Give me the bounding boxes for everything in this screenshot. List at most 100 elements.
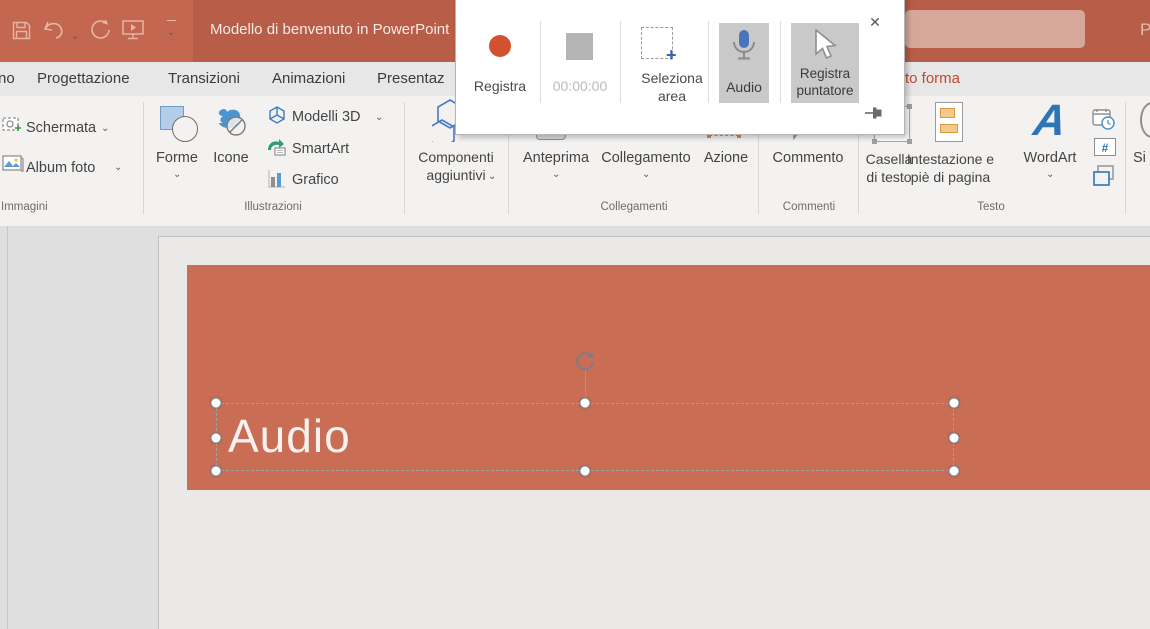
group-label-commenti: Commenti: [760, 201, 858, 213]
slide-number-icon[interactable]: #: [1094, 138, 1116, 156]
smartart-label: SmartArt: [292, 141, 349, 157]
undo-dropdown-icon[interactable]: ⌄: [71, 26, 79, 44]
pin-icon[interactable]: [864, 106, 884, 120]
toolbar-divider: [620, 21, 621, 103]
resize-handle-middle-left[interactable]: [211, 433, 222, 444]
tab-transizioni[interactable]: Transizioni: [168, 62, 240, 96]
document-title: Modello di benvenuto in PowerPoint: [210, 21, 449, 38]
modelli-3d-chevron-icon[interactable]: ⌄: [375, 113, 383, 123]
microphone-icon: [732, 29, 756, 65]
recording-timer: 00:00:00: [546, 77, 614, 95]
modelli-3d-label: Modelli 3D: [292, 109, 361, 125]
editor-area: Audio: [0, 226, 1150, 629]
schermata-chevron-icon[interactable]: ⌄: [101, 124, 109, 134]
album-foto-button[interactable]: Album foto: [26, 159, 95, 177]
tab-presentazione-partial[interactable]: Presentaz: [377, 62, 445, 96]
toolbar-divider: [708, 21, 709, 103]
anteprima-chevron-icon: ⌄: [552, 170, 560, 180]
forme-button[interactable]: Forme ⌄: [152, 98, 202, 202]
resize-handle-bottom-left[interactable]: [211, 466, 222, 477]
modelli-3d-button[interactable]: Modelli 3D: [292, 108, 361, 126]
stop-button[interactable]: 00:00:00: [546, 23, 614, 103]
group-label-collegamenti: Collegamenti: [510, 201, 758, 213]
resize-handle-top-left[interactable]: [211, 398, 222, 409]
simbolo-label-partial[interactable]: Si: [1133, 150, 1146, 166]
photo-album-icon: [2, 154, 24, 174]
album-foto-chevron-icon[interactable]: ⌄: [114, 163, 122, 173]
intestazione-label: Intestazione e piè di pagina: [902, 150, 999, 186]
powerpoint-window: ⌄ ⌄ Modello di benvenuto in PowerPoint P…: [0, 0, 1150, 629]
header-footer-icon: [935, 102, 963, 142]
schermata-label: Schermata: [26, 120, 96, 136]
3d-model-icon: [268, 106, 286, 124]
slide-title-text[interactable]: Audio: [228, 403, 351, 471]
resize-handle-bottom-right[interactable]: [949, 466, 960, 477]
group-divider: [1125, 102, 1126, 214]
audio-label: Audio: [719, 78, 769, 96]
grafico-button[interactable]: Grafico: [292, 171, 339, 189]
insert-object-icon[interactable]: [1092, 164, 1116, 188]
equation-icon-partial[interactable]: [1140, 102, 1150, 138]
save-icon[interactable]: [9, 17, 33, 43]
anteprima-label: Anteprima: [515, 150, 597, 166]
thumbnail-panel-divider[interactable]: [7, 226, 8, 629]
forme-chevron-icon: ⌄: [173, 170, 181, 180]
componenti-aggiuntivi-label: Componenti aggiuntivi: [412, 148, 500, 184]
start-slideshow-icon[interactable]: [121, 17, 145, 43]
resize-handle-middle-right[interactable]: [949, 433, 960, 444]
tab-formato-forma-partial[interactable]: to forma: [905, 62, 960, 96]
pointer-cursor-icon: [813, 29, 839, 63]
duck-icon: [213, 104, 249, 140]
record-icon: [489, 35, 511, 57]
smartart-button[interactable]: SmartArt: [292, 140, 349, 158]
registra-puntatore-label: Registra puntatore: [791, 65, 859, 99]
customize-qat-icon[interactable]: ⌄: [163, 20, 179, 40]
collegamento-label: Collegamento: [600, 150, 692, 166]
group-label-illustrazioni: Illustrazioni: [150, 201, 396, 213]
resize-handle-top-center[interactable]: [580, 398, 591, 409]
search-input[interactable]: [905, 10, 1085, 48]
screenshot-icon: [2, 116, 22, 136]
group-label-immagini: Immagini: [1, 201, 57, 213]
audio-toggle-button[interactable]: Audio: [719, 23, 769, 103]
rotate-handle-icon[interactable]: [574, 350, 596, 372]
group-divider: [404, 102, 405, 214]
seleziona-area-label: Seleziona area: [626, 69, 718, 105]
chart-icon: [268, 169, 286, 189]
seleziona-area-button[interactable]: + Seleziona area: [626, 23, 718, 107]
toolbar-divider: [780, 21, 781, 103]
commento-label: Commento: [762, 150, 854, 166]
azione-label: Azione: [695, 150, 757, 166]
registra-button[interactable]: Registra: [463, 23, 537, 103]
icone-label: Icone: [205, 150, 257, 166]
grafico-label: Grafico: [292, 172, 339, 188]
wordart-label: WordArt: [1012, 150, 1088, 166]
forme-label: Forme: [152, 150, 202, 166]
slide-canvas[interactable]: Audio: [158, 236, 1150, 629]
tab-progettazione[interactable]: Progettazione: [37, 62, 130, 96]
toolbar-divider: [540, 21, 541, 103]
componenti-chevron-icon: ⌄: [488, 172, 496, 182]
registra-label: Registra: [463, 77, 537, 95]
wordart-button[interactable]: A WordArt ⌄: [1012, 98, 1088, 202]
undo-icon[interactable]: [42, 17, 66, 43]
resize-handle-bottom-center[interactable]: [580, 466, 591, 477]
smartart-icon: [266, 138, 286, 156]
close-icon[interactable]: ✕: [866, 13, 884, 31]
tab-animazioni[interactable]: Animazioni: [272, 62, 345, 96]
date-time-icon[interactable]: [1092, 108, 1116, 132]
redo-icon[interactable]: [88, 17, 112, 43]
album-foto-label: Album foto: [26, 160, 95, 176]
screen-recording-toolbar: Registra 00:00:00 + Seleziona area Audio: [455, 0, 905, 135]
tab-disegno-partial[interactable]: no: [0, 62, 15, 96]
intestazione-button[interactable]: Intestazione e piè di pagina: [902, 98, 999, 202]
registra-puntatore-button[interactable]: Registra puntatore: [791, 23, 859, 103]
group-label-testo: Testo: [940, 201, 1042, 213]
resize-handle-top-right[interactable]: [949, 398, 960, 409]
wordart-icon: A: [1030, 96, 1069, 146]
schermata-button[interactable]: Schermata: [26, 119, 96, 137]
stop-icon: [566, 33, 593, 60]
wordart-chevron-icon: ⌄: [1046, 170, 1054, 180]
icone-button[interactable]: Icone: [205, 98, 257, 202]
group-divider: [143, 102, 144, 214]
